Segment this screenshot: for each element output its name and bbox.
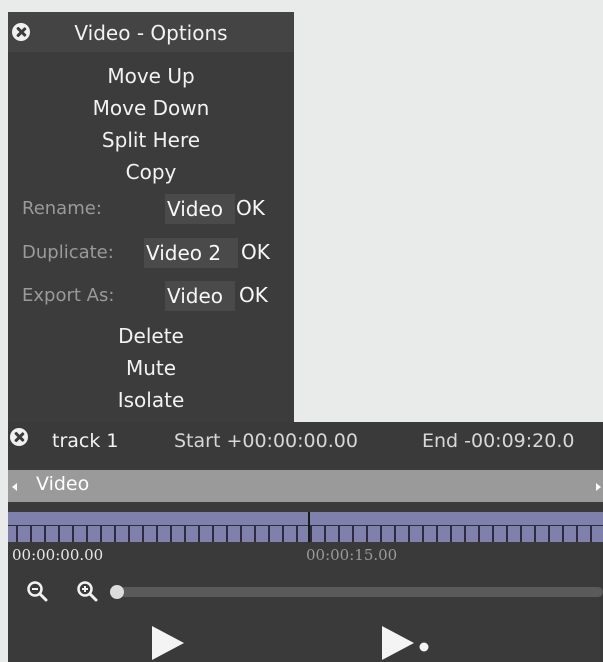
mute-button[interactable]: Mute: [8, 354, 294, 382]
track-end-time: End -00:09:20.0: [422, 430, 575, 452]
ruler-tick: [576, 525, 578, 542]
time-label-start: 00:00:00.00: [12, 546, 104, 564]
ruler-tick: [352, 525, 354, 542]
copy-button[interactable]: Copy: [8, 158, 294, 186]
close-icon[interactable]: [10, 428, 28, 446]
ruler-tick: [114, 525, 116, 542]
export-label: Export As:: [22, 285, 115, 306]
ruler-tick: [562, 525, 564, 542]
options-title-bar: Video - Options: [8, 12, 294, 52]
video-options-panel: Video - Options Move Up Move Down Split …: [8, 12, 294, 424]
delete-button[interactable]: Delete: [8, 322, 294, 350]
zoom-slider-knob[interactable]: [110, 585, 124, 599]
ruler-tick: [282, 525, 284, 542]
ruler-tick: [198, 525, 200, 542]
track-start-time: Start +00:00:00.00: [174, 430, 358, 452]
ruler-tick: [16, 525, 18, 542]
track-name: track 1: [52, 430, 119, 452]
play-icon[interactable]: [150, 626, 186, 660]
play-from-cursor-icon[interactable]: [380, 626, 434, 660]
time-label-mid: 00:00:15.00: [306, 546, 398, 564]
ruler-tick: [506, 525, 508, 542]
ruler-tick: [408, 525, 410, 542]
rename-label: Rename:: [22, 198, 102, 219]
rename-row: Rename: Video OK: [8, 194, 294, 226]
duplicate-ok-button[interactable]: OK: [241, 240, 270, 264]
ruler-tick: [394, 525, 396, 542]
ruler-tick: [212, 525, 214, 542]
ruler-tick: [170, 525, 172, 542]
ruler-tick: [226, 525, 228, 542]
duplicate-input[interactable]: Video 2: [144, 238, 238, 268]
ruler-tick: [296, 525, 298, 542]
export-ok-button[interactable]: OK: [239, 283, 268, 307]
ruler-tick: [366, 525, 368, 542]
rename-ok-button[interactable]: OK: [236, 196, 265, 220]
ruler-tick: [520, 525, 522, 542]
ruler-tick: [590, 525, 592, 542]
ruler-tick: [254, 525, 256, 542]
ruler-tick: [324, 525, 326, 542]
move-down-button[interactable]: Move Down: [8, 94, 294, 122]
ruler-tick: [142, 525, 144, 542]
track-panel: track 1 Start +00:00:00.00 End -00:09:20…: [8, 422, 603, 662]
move-up-button[interactable]: Move Up: [8, 62, 294, 90]
split-here-button[interactable]: Split Here: [8, 126, 294, 154]
ruler-tick: [338, 525, 340, 542]
clip-label: Video: [36, 473, 90, 495]
ruler-tick: [100, 525, 102, 542]
ruler-tick: [44, 525, 46, 542]
options-title: Video - Options: [74, 21, 228, 45]
ruler-tick: [548, 525, 550, 542]
timeline-ruler[interactable]: [8, 512, 603, 542]
ruler-tick: [268, 525, 270, 542]
ruler-tick: [86, 525, 88, 542]
isolate-button[interactable]: Isolate: [8, 386, 294, 414]
ruler-tick: [436, 525, 438, 542]
export-input[interactable]: Video: [165, 281, 235, 311]
duplicate-label: Duplicate:: [22, 242, 114, 263]
video-clip[interactable]: Video: [8, 470, 603, 502]
ruler-tick: [492, 525, 494, 542]
track-header: track 1 Start +00:00:00.00 End -00:09:20…: [8, 422, 603, 466]
ruler-tick: [310, 525, 312, 542]
ruler-tick: [422, 525, 424, 542]
ruler-tick: [450, 525, 452, 542]
ruler-tick: [156, 525, 158, 542]
ruler-tick: [184, 525, 186, 542]
ruler-tick: [464, 525, 466, 542]
ruler-tick: [58, 525, 60, 542]
zoom-slider-track[interactable]: [116, 587, 603, 597]
rename-input[interactable]: Video: [165, 194, 235, 224]
export-row: Export As: Video OK: [8, 281, 294, 313]
ruler-tick: [478, 525, 480, 542]
trim-left-arrow-icon[interactable]: [12, 483, 17, 491]
ruler-tick: [240, 525, 242, 542]
ruler-tick: [380, 525, 382, 542]
trim-right-arrow-icon[interactable]: [596, 483, 601, 491]
ruler-tick: [534, 525, 536, 542]
ruler-tick: [128, 525, 130, 542]
ruler-baseline: [8, 525, 603, 526]
zoom-in-icon[interactable]: [76, 580, 98, 602]
ruler-tick: [30, 525, 32, 542]
duplicate-row: Duplicate: Video 2 OK: [8, 238, 294, 270]
ruler-tick: [72, 525, 74, 542]
zoom-out-icon[interactable]: [26, 580, 48, 602]
